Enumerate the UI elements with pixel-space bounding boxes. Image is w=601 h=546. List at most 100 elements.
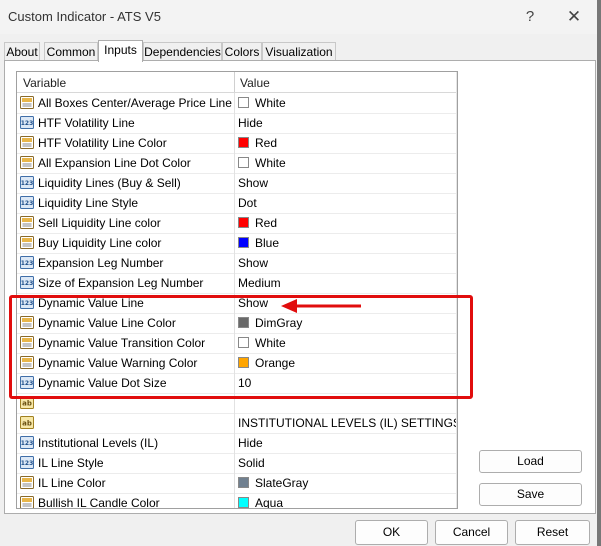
variable-name: HTF Volatility Line: [38, 116, 135, 130]
enum-param-icon: 123: [20, 116, 34, 129]
cell-divider: [234, 453, 235, 473]
color-swatch[interactable]: [238, 157, 249, 168]
variable-name: HTF Volatility Line Color: [38, 136, 167, 150]
cell-divider: [234, 173, 235, 193]
tab-inputs[interactable]: Inputs: [98, 40, 143, 62]
color-swatch[interactable]: [238, 497, 249, 508]
table-row[interactable]: HTF Volatility Line Color Red: [17, 133, 457, 154]
enum-param-icon: 123: [20, 436, 34, 449]
color-param-icon: [20, 216, 34, 229]
variable-name: Liquidity Line Style: [38, 196, 139, 210]
variable-name: IL Line Style: [38, 456, 104, 470]
table-row[interactable]: All Boxes Center/Average Price Line C...…: [17, 93, 457, 114]
table-row[interactable]: Sell Liquidity Line color Red: [17, 213, 457, 234]
color-param-icon: [20, 136, 34, 149]
color-param-icon: [20, 96, 34, 109]
table-row[interactable]: 123 Expansion Leg Number Show: [17, 253, 457, 274]
table-row[interactable]: 123 Liquidity Lines (Buy & Sell) Show: [17, 173, 457, 194]
enum-param-icon: 123: [20, 176, 34, 189]
svg-text:123: 123: [21, 460, 34, 467]
vertical-scrollbar[interactable]: [456, 72, 457, 508]
enum-param-icon: 123: [20, 276, 34, 289]
variable-value[interactable]: INSTITUTIONAL LEVELS (IL) SETTINGS: [238, 416, 457, 430]
tab-common[interactable]: Common: [44, 42, 98, 61]
variable-name: Buy Liquidity Line color: [38, 236, 162, 250]
variable-value[interactable]: Red: [255, 216, 277, 230]
table-row[interactable]: Bullish IL Candle Color Aqua: [17, 493, 457, 509]
table-row[interactable]: 123 HTF Volatility Line Hide: [17, 113, 457, 134]
cell-divider: [234, 213, 235, 233]
cancel-button[interactable]: Cancel: [435, 520, 508, 545]
highlight-box: [9, 295, 473, 399]
svg-text:123: 123: [21, 280, 34, 287]
table-row[interactable]: Buy Liquidity Line color Blue: [17, 233, 457, 254]
table-row[interactable]: IL Line Color SlateGray: [17, 473, 457, 494]
cell-divider: [234, 413, 235, 433]
color-param-icon: [20, 476, 34, 489]
svg-text:123: 123: [21, 440, 34, 447]
load-button[interactable]: Load: [479, 450, 582, 473]
table-row[interactable]: 123 Liquidity Line Style Dot: [17, 193, 457, 214]
background-window-edge: [597, 0, 601, 546]
variable-value[interactable]: Blue: [255, 236, 279, 250]
color-swatch[interactable]: [238, 97, 249, 108]
variable-value[interactable]: White: [255, 156, 286, 170]
table-row[interactable]: ab INSTITUTIONAL LEVELS (IL) SETTINGS: [17, 413, 457, 434]
string-param-icon: ab: [20, 416, 34, 429]
variable-value[interactable]: Hide: [238, 116, 263, 130]
column-header-value[interactable]: Value: [240, 76, 270, 90]
variable-name: All Expansion Line Dot Color: [38, 156, 191, 170]
reset-button[interactable]: Reset: [515, 520, 590, 545]
svg-text:123: 123: [21, 260, 34, 267]
column-header-variable[interactable]: Variable: [23, 76, 66, 90]
color-swatch[interactable]: [238, 217, 249, 228]
svg-text:ab: ab: [22, 420, 32, 428]
cell-divider: [234, 193, 235, 213]
column-divider[interactable]: [234, 72, 235, 92]
cell-divider: [234, 473, 235, 493]
cell-divider: [234, 433, 235, 453]
cell-divider: [234, 273, 235, 293]
variable-value[interactable]: Show: [238, 256, 268, 270]
variable-value[interactable]: Hide: [238, 436, 263, 450]
close-icon[interactable]: ✕: [563, 6, 585, 28]
svg-text:ab: ab: [22, 400, 32, 408]
variable-name: Institutional Levels (IL): [38, 436, 159, 450]
tab-visualization[interactable]: Visualization: [262, 42, 336, 61]
variable-name: Liquidity Lines (Buy & Sell): [38, 176, 181, 190]
table-row[interactable]: 123 IL Line Style Solid: [17, 453, 457, 474]
variable-value[interactable]: Red: [255, 136, 277, 150]
variable-value[interactable]: Solid: [238, 456, 265, 470]
tab-dependencies[interactable]: Dependencies: [143, 42, 222, 61]
table-row[interactable]: 123 Size of Expansion Leg Number Medium: [17, 273, 457, 294]
color-swatch[interactable]: [238, 137, 249, 148]
color-swatch[interactable]: [238, 477, 249, 488]
variable-name: Bullish IL Candle Color: [38, 496, 160, 509]
ok-button[interactable]: OK: [355, 520, 428, 545]
save-button[interactable]: Save: [479, 483, 582, 506]
color-param-icon: [20, 156, 34, 169]
variable-value[interactable]: Show: [238, 176, 268, 190]
tab-about[interactable]: About: [4, 42, 40, 61]
table-row[interactable]: 123 Institutional Levels (IL) Hide: [17, 433, 457, 454]
inputs-panel: Variable Value All Boxes Center/Average …: [4, 60, 596, 514]
enum-param-icon: 123: [20, 196, 34, 209]
variable-value[interactable]: White: [255, 96, 286, 110]
enum-param-icon: 123: [20, 456, 34, 469]
cell-divider: [234, 493, 235, 508]
color-swatch[interactable]: [238, 237, 249, 248]
cell-divider: [234, 153, 235, 173]
grid-header: Variable Value: [17, 72, 457, 93]
annotation-arrow: [281, 299, 361, 313]
tab-colors[interactable]: Colors: [222, 42, 262, 61]
variable-value[interactable]: Dot: [238, 196, 257, 210]
cell-divider: [234, 113, 235, 133]
help-icon[interactable]: ?: [519, 6, 541, 28]
title-bar: Custom Indicator - ATS V5 ? ✕: [0, 0, 601, 34]
variable-name: All Boxes Center/Average Price Line C...: [38, 96, 234, 110]
variable-value[interactable]: Medium: [238, 276, 281, 290]
table-row[interactable]: All Expansion Line Dot Color White: [17, 153, 457, 174]
variable-value[interactable]: SlateGray: [255, 476, 308, 490]
cell-divider: [234, 253, 235, 273]
variable-value[interactable]: Aqua: [255, 496, 283, 508]
